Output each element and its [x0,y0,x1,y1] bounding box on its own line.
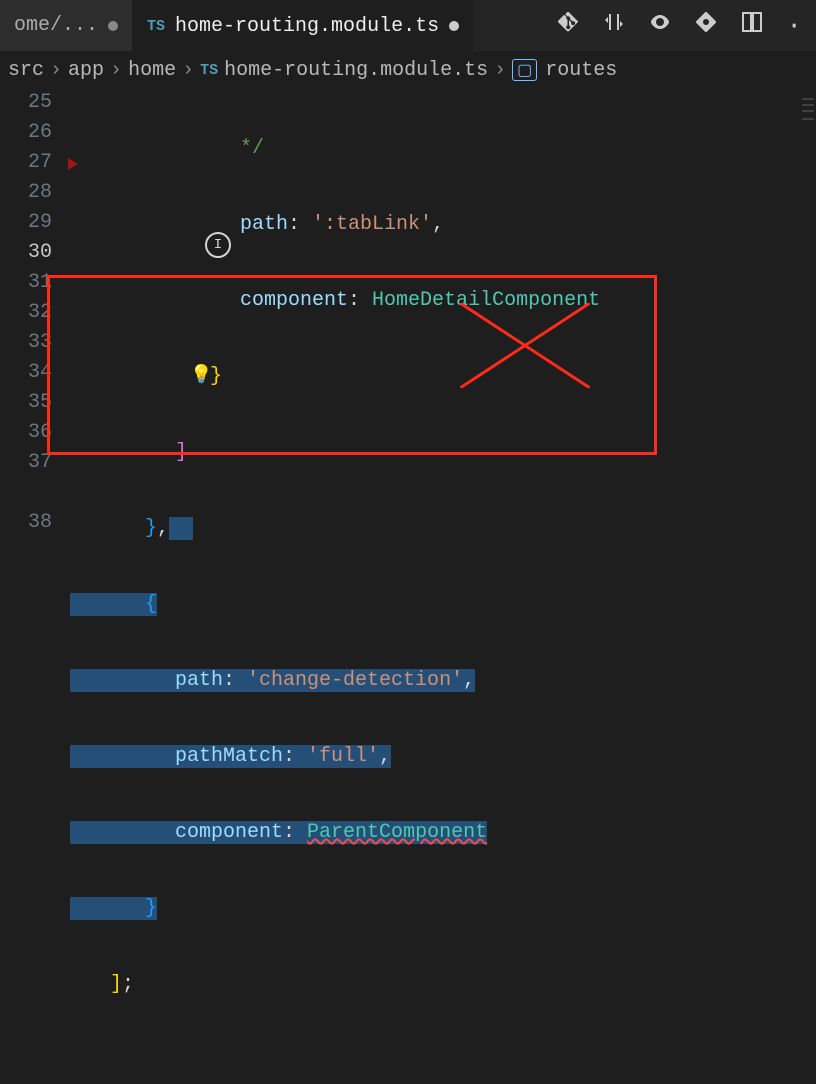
code-line: path: 'change-detection', [70,666,816,696]
code-line: pathMatch: 'full', [70,742,816,772]
tab-inactive[interactable]: ome/... [0,0,133,51]
line-number: 33 [0,328,52,358]
eye-icon[interactable] [648,10,672,41]
line-number: 26 [0,118,52,148]
line-number: 32 [0,298,52,328]
split-editor-icon[interactable] [740,10,764,41]
breadcrumb-symbol[interactable]: routes [545,59,617,82]
dirty-indicator-icon [108,21,118,31]
line-number: 25 [0,88,52,118]
editor-actions: · [556,10,816,41]
code-editor[interactable]: 25 26 27 28 29 30 31 32 33 34 35 36 37 3… [0,88,816,542]
editor-tab-bar: ome/... TS home-routing.module.ts · [0,0,816,52]
typescript-icon: TS [200,62,218,79]
line-number: 28 [0,178,52,208]
breadcrumb-item[interactable]: home [128,59,176,82]
line-number: 34 [0,358,52,388]
line-number-gutter: 25 26 27 28 29 30 31 32 33 34 35 36 37 3… [0,88,70,542]
code-line: { [70,590,816,620]
breadcrumb-item[interactable]: app [68,59,104,82]
line-number: 38 [0,508,52,538]
tab-label: home-routing.module.ts [175,15,439,38]
line-number: 36 [0,418,52,448]
line-number [0,478,52,508]
line-number: 35 [0,388,52,418]
lightbulb-icon[interactable]: 💡 [190,364,212,386]
tab-active[interactable]: TS home-routing.module.ts [133,0,473,51]
line-number: 31 [0,268,52,298]
line-number: 30 [0,238,52,268]
code-line: } [70,894,816,924]
merge-icon[interactable] [694,10,718,41]
code-line: path: ':tabLink', [70,210,816,240]
red-x-annotation [460,303,590,388]
line-number: 29 [0,208,52,238]
line-number: 27 [0,148,52,178]
chevron-right-icon: › [50,59,62,82]
compare-icon[interactable] [602,10,626,41]
code-line: ]; [70,970,816,1000]
typescript-icon: TS [147,18,165,35]
code-line: }, [70,514,816,544]
git-icon[interactable] [556,10,580,41]
code-line: */ [70,134,816,164]
code-area[interactable]: */ path: ':tabLink', component: HomeDeta… [70,88,816,542]
dirty-indicator-icon [449,21,459,31]
code-line: } [70,362,816,392]
code-line [70,1046,816,1076]
code-line: ] [70,438,816,468]
code-line: component: HomeDetailComponent [70,286,816,316]
code-line: component: ParentComponent [70,818,816,848]
tab-label: ome/... [14,14,98,37]
breadcrumb: src › app › home › TS home-routing.module.t… [0,52,816,88]
variable-icon: ▢ [512,59,537,81]
chevron-right-icon: › [110,59,122,82]
breadcrumb-item[interactable]: src [8,59,44,82]
line-number: 37 [0,448,52,478]
minimap[interactable] [798,88,816,542]
chevron-right-icon: › [494,59,506,82]
breadcrumb-file[interactable]: home-routing.module.ts [224,59,488,82]
chevron-right-icon: › [182,59,194,82]
